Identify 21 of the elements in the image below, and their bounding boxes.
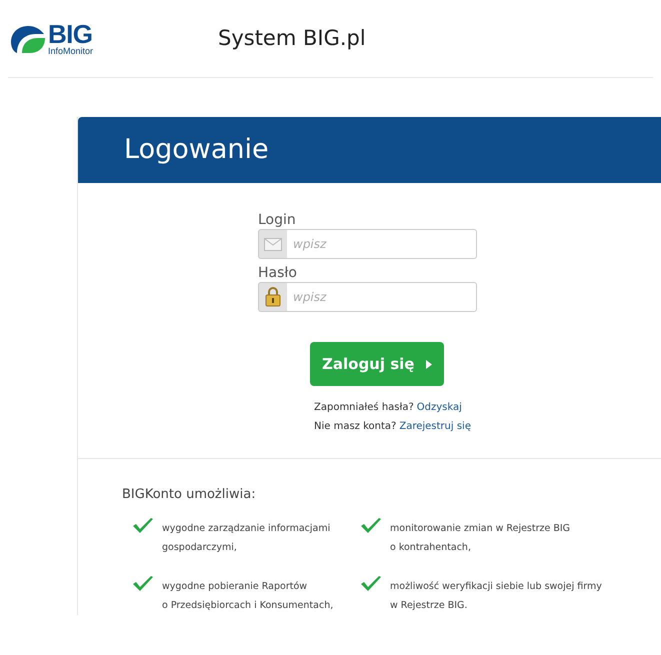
logo-icon: [10, 24, 46, 54]
site-title: System BIG.pl: [218, 24, 366, 52]
panel-title: Logowanie: [124, 132, 269, 167]
feature-text: monitorowanie zmian w Rejestrze BIG o kontrahentach,: [390, 522, 570, 554]
feature-text: wygodne pobieranie Raportów o Przedsiębiorcach i Konsumentach,: [162, 580, 334, 612]
checkmark-icon: [360, 516, 382, 534]
link-prompt: Nie masz konta?: [314, 420, 396, 434]
logo-text: BIG: [48, 21, 92, 47]
field-label: Hasło: [258, 264, 298, 282]
feature-text: możliwość weryfikacji siebie lub swojej firmy w Rejestrze BIG.: [390, 580, 602, 612]
checkmark-icon: [132, 574, 154, 592]
field-label: Login: [258, 211, 297, 229]
text-link[interactable]: Zarejestruj się: [399, 417, 471, 436]
features-title: BIGKonto umożliwia:: [122, 486, 257, 504]
checkmark-icon: [132, 516, 154, 534]
text-link[interactable]: Odzyskaj: [416, 398, 462, 417]
caret-icon: [426, 360, 432, 368]
feature-text: wygodne zarządzanie informacjami gospodarczymi,: [162, 522, 330, 554]
logo-subtitle: InfoMonitor: [48, 47, 94, 56]
checkmark-icon: [360, 574, 382, 592]
link-prompt: Zapomniałeś hasła?: [314, 401, 414, 415]
